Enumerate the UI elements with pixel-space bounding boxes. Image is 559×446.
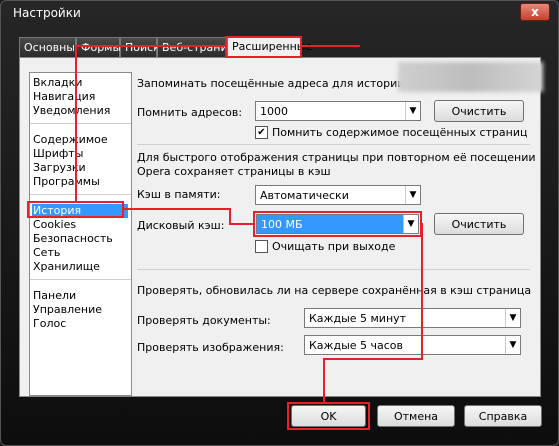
chevron-down-icon: ▼ [403,215,418,233]
nav-item-panels[interactable]: Панели [32,289,128,303]
disk-cache-value: 100 МБ [261,218,303,231]
window-title: Настройки [13,6,81,20]
cache-heading-line1: Для быстрого отображения страницы при по… [137,151,536,164]
nav-item-history[interactable]: История [32,204,128,218]
chevron-down-icon: ▼ [505,336,520,354]
check-docs-value: Каждые 5 минут [309,312,407,325]
chevron-down-icon: ▼ [405,102,420,120]
remember-content-checkbox[interactable]: ✔ [255,126,268,139]
help-button[interactable]: Справка [464,405,542,427]
remember-label: Помнить адресов: [137,106,243,119]
blurred-region [398,62,543,92]
chevron-down-icon: ▼ [505,309,520,327]
remember-addresses-value: 1000 [260,105,288,118]
chevron-down-icon: ▼ [405,186,420,204]
nav-item-storage[interactable]: Хранилище [32,260,128,274]
remember-content-label: Помнить содержимое посещённых страниц [272,126,528,139]
nav-item-network[interactable]: Сеть [32,246,128,260]
memory-cache-label: Кэш в памяти: [137,188,221,201]
check-images-value: Каждые 5 часов [309,339,404,352]
section-list: Вкладки Навигация Уведомления Содержимое… [29,72,132,396]
nav-item-control[interactable]: Управление [32,303,128,317]
nav-item-security[interactable]: Безопасность [32,232,128,246]
close-icon[interactable]: x [520,3,550,21]
disk-cache-select[interactable]: 100 МБ ▼ [256,214,419,234]
section-divider [137,269,530,270]
nav-divider [30,279,131,280]
cancel-button[interactable]: Отмена [377,405,455,427]
check-heading: Проверять, обновилась ли на сервере сохр… [137,284,532,297]
tab-forms[interactable]: Формы [76,37,121,57]
clear-on-exit-checkbox[interactable] [255,240,268,253]
check-images-label: Проверять изображения: [137,341,284,354]
ok-button[interactable]: OK [291,405,366,427]
check-docs-label: Проверять документы: [137,314,271,327]
section-divider [137,144,530,145]
settings-window: Настройки x Основные Формы Поиск Веб-стр… [0,0,559,446]
tab-basic[interactable]: Основные [19,37,82,57]
check-images-select[interactable]: Каждые 5 часов ▼ [304,335,521,355]
nav-divider [30,194,131,195]
nav-item-tabs[interactable]: Вкладки [32,76,128,90]
cache-heading-line2: Opera сохраняет страницы в кэш [137,165,331,178]
clear-cache-button[interactable]: Очистить [434,213,524,235]
nav-item-content[interactable]: Содержимое [32,133,128,147]
tab-search[interactable]: Поиск [120,37,160,57]
tab-web-pages[interactable]: Веб-страницы [157,37,244,57]
nav-item-notifications[interactable]: Уведомления [32,104,128,118]
memory-cache-value: Автоматически [260,189,349,202]
check-docs-select[interactable]: Каждые 5 минут ▼ [304,308,521,328]
nav-item-downloads[interactable]: Загрузки [32,161,128,175]
nav-item-cookies[interactable]: Cookies [32,218,128,232]
tab-advanced[interactable]: Расширенные [227,36,312,57]
disk-cache-label: Дисковый кэш: [137,219,225,232]
nav-divider [30,123,131,124]
nav-item-voice[interactable]: Голос [32,317,128,331]
nav-item-fonts[interactable]: Шрифты [32,147,128,161]
remember-addresses-select[interactable]: 1000 ▼ [255,101,421,121]
clear-on-exit-label: Очищать при выходе [272,240,396,253]
nav-item-navigation[interactable]: Навигация [32,90,128,104]
memory-cache-select[interactable]: Автоматически ▼ [255,185,421,205]
clear-history-button[interactable]: Очистить [434,100,524,122]
nav-item-programs[interactable]: Программы [32,175,128,189]
